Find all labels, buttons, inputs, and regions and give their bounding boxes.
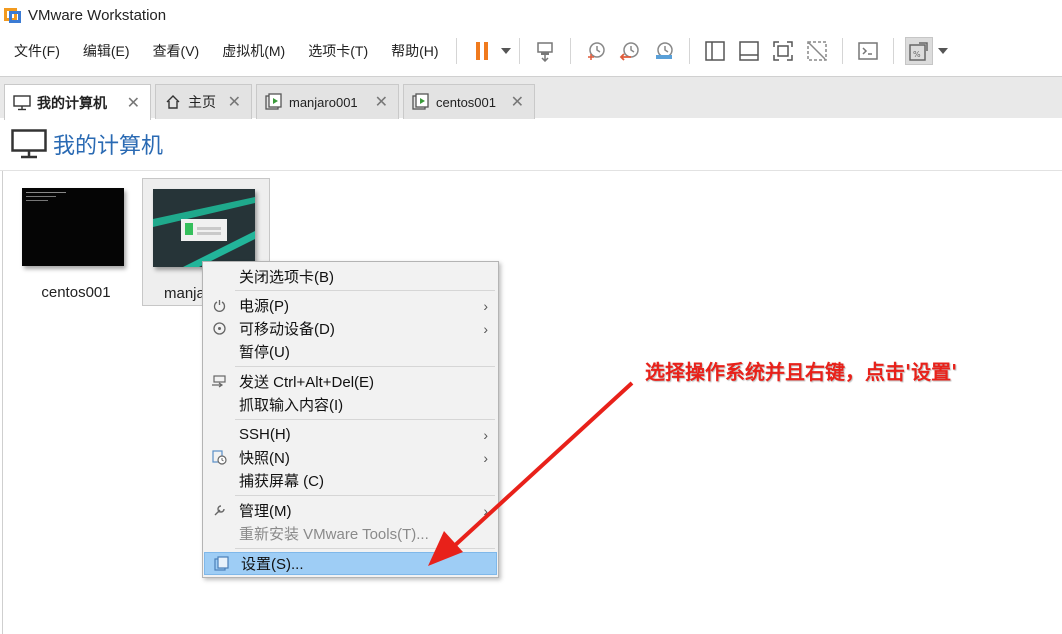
menu-item-label: 快照(N) [239,450,290,467]
menu-item-power[interactable]: 电源(P) › [203,294,498,317]
tab-label: centos001 [436,94,496,110]
menu-item-label: 发送 Ctrl+Alt+Del(E) [239,374,375,391]
console-icon[interactable] [854,37,882,65]
menu-item-label: 抓取输入内容(I) [239,397,344,414]
menu-item-label: 重新安装 VMware Tools(T)... [239,526,429,543]
svg-text:%: % [913,50,921,59]
tab-label: 我的计算机 [37,94,107,111]
power-icon [211,298,227,314]
vm-thumbnail-centos001[interactable]: centos001 [12,178,140,306]
menu-item-label: 设置(S)... [241,556,304,573]
close-icon[interactable]: ✕ [127,93,140,113]
view-dropdown-icon[interactable] [937,37,948,65]
wrench-icon [211,503,227,519]
send-ctrl-alt-del-icon[interactable] [531,37,559,65]
menu-item-send-ctrl-alt-del[interactable]: 发送 Ctrl+Alt+Del(E) [203,370,498,393]
menu-item-label: 可移动设备(D) [239,321,335,338]
chevron-right-icon: › [483,297,488,314]
stretch-guest-icon[interactable]: % [904,37,933,65]
tab-home[interactable]: 主页 ✕ [155,84,252,119]
chevron-right-icon: › [483,320,488,337]
menu-item-capture-screen[interactable]: 捕获屏幕 (C) [203,469,498,492]
settings-icon [213,556,229,572]
tab-my-computer[interactable]: 我的计算机 ✕ [4,84,151,120]
chevron-right-icon: › [483,449,488,466]
monitor-icon [11,129,47,159]
home-icon [164,93,182,111]
menu-file[interactable]: 文件(F) [0,41,69,61]
menu-item-label: 暂停(U) [239,344,290,361]
snapshot-icon [211,450,227,466]
menu-item-settings[interactable]: 设置(S)... [204,552,497,575]
content-border [2,171,3,634]
menu-item-label: 捕获屏幕 (C) [239,473,324,490]
monitor-icon [13,94,31,112]
window-title: VMware Workstation [28,6,167,24]
menu-separator [235,366,495,367]
toolbar-separator [518,38,520,64]
close-icon[interactable]: ✕ [375,92,388,112]
snapshot-icon[interactable] [582,37,610,65]
tab-manjaro001[interactable]: manjaro001 ✕ [256,84,399,119]
toolbar-separator [569,38,571,64]
menu-item-label: SSH(H) [239,426,291,443]
menu-vm[interactable]: 虚拟机(M) [208,41,294,61]
suspend-icon[interactable] [468,37,496,65]
menu-item-label: 电源(P) [239,298,289,315]
menu-item-label: 关闭选项卡(B) [239,269,334,286]
menu-separator [235,495,495,496]
annotation-text: 选择操作系统并且右键，点击'设置' [645,360,958,384]
thumbnail-bar-icon[interactable] [735,37,763,65]
vm-screen-preview [153,189,255,267]
tab-strip: 我的计算机 ✕ 主页 ✕ manjaro001 ✕ centos001 ✕ [0,76,1062,120]
menu-bar: 文件(F) 编辑(E) 查看(V) 虚拟机(M) 选项卡(T) 帮助(H) % [0,32,1062,70]
toolbar-separator [841,38,843,64]
menu-item-pause[interactable]: 暂停(U) [203,340,498,363]
tab-centos001[interactable]: centos001 ✕ [403,84,535,119]
vm-screen-preview [22,188,124,266]
send-keys-icon [211,374,227,390]
toolbar-separator [455,38,457,64]
menu-separator [235,548,495,549]
unity-icon[interactable] [803,37,831,65]
title-bar: VMware Workstation [0,0,1062,30]
menu-item-removable-devices[interactable]: 可移动设备(D) › [203,317,498,340]
menu-edit[interactable]: 编辑(E) [69,41,139,61]
menu-view[interactable]: 查看(V) [139,41,209,61]
tab-label: 主页 [188,94,216,110]
context-menu: 关闭选项卡(B) 电源(P) › 可移动设备(D) › 暂停(U) 发送 Ctr… [202,261,499,578]
menu-separator [235,419,495,420]
menu-tabs[interactable]: 选项卡(T) [294,41,377,61]
menu-item-snapshot[interactable]: 快照(N) › [203,446,498,469]
vm-icon [265,93,283,111]
removable-device-icon [211,321,227,337]
revert-snapshot-icon[interactable] [616,37,644,65]
tab-label: manjaro001 [289,94,358,110]
page-title: 我的计算机 [53,133,164,158]
menu-item-label: 管理(M) [239,503,292,520]
menu-item-ssh[interactable]: SSH(H) › [203,423,498,446]
toolbar-separator [688,38,690,64]
close-icon[interactable]: ✕ [228,92,241,112]
vm-name: centos001 [41,284,111,301]
vmware-logo-icon [4,6,22,24]
menu-item-close-tab[interactable]: 关闭选项卡(B) [203,265,498,288]
power-dropdown-icon[interactable] [500,37,511,65]
menu-separator [235,290,495,291]
menu-help[interactable]: 帮助(H) [377,41,447,61]
full-screen-icon[interactable] [769,37,797,65]
toolbar-separator [892,38,894,64]
close-icon[interactable]: ✕ [511,92,524,112]
vm-icon [412,93,430,111]
menu-item-manage[interactable]: 管理(M) › [203,499,498,522]
menu-item-reinstall-vmware-tools: 重新安装 VMware Tools(T)... [203,522,498,545]
menu-item-grab-input[interactable]: 抓取输入内容(I) [203,393,498,416]
chevron-right-icon: › [483,426,488,443]
snapshot-manager-icon[interactable] [650,37,678,65]
page-header: 我的计算机 [0,118,1062,171]
chevron-right-icon: › [483,502,488,519]
library-view-icon[interactable] [701,37,729,65]
